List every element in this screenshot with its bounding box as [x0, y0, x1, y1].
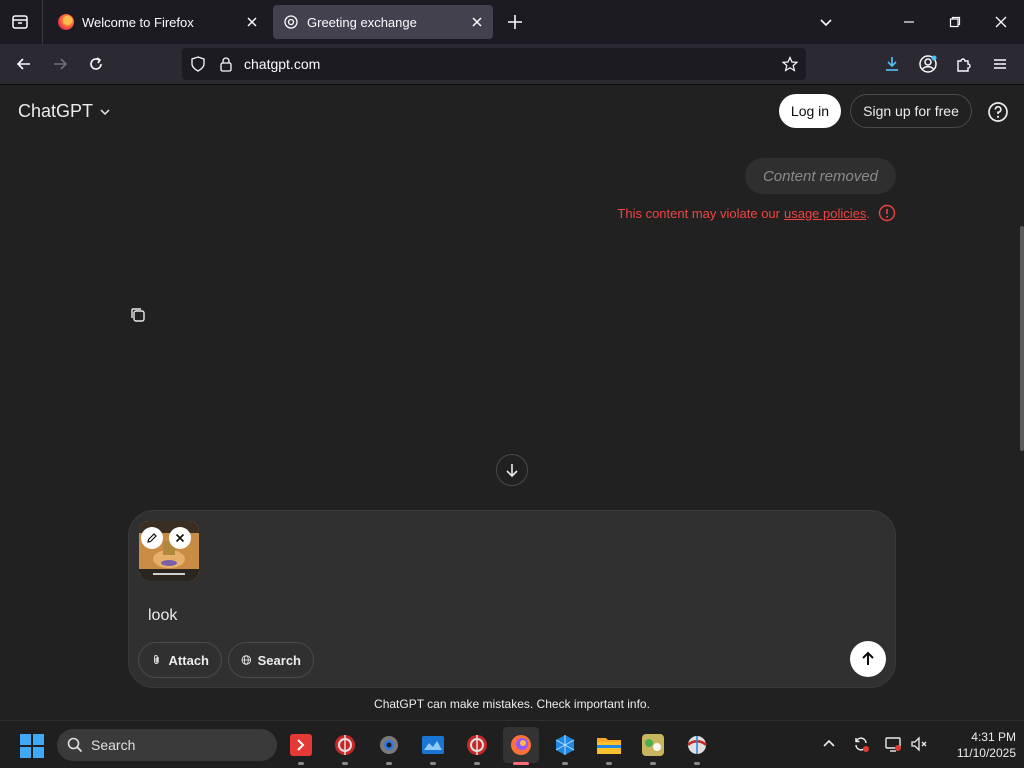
extensions-icon[interactable] — [952, 52, 976, 76]
tab-separator — [42, 0, 43, 44]
app-globe-icon[interactable] — [329, 729, 361, 765]
disclaimer-text: ChatGPT can make mistakes. Check importa… — [374, 697, 650, 711]
page-scrollbar[interactable] — [1020, 226, 1024, 451]
copy-icon[interactable] — [129, 306, 147, 324]
info-icon[interactable] — [878, 204, 896, 222]
volume-muted-icon[interactable] — [908, 733, 930, 755]
send-button[interactable] — [850, 641, 886, 677]
remove-attachment-icon[interactable] — [169, 527, 191, 549]
arrow-down-icon — [506, 464, 518, 478]
prompt-input[interactable]: look — [148, 607, 177, 625]
search-icon — [67, 737, 83, 753]
windows-start-icon[interactable] — [20, 734, 44, 758]
clock-time: 4:31 PM — [971, 730, 1016, 744]
clock-date: 11/10/2025 — [956, 746, 1016, 760]
attach-button[interactable]: Attach — [138, 642, 222, 678]
system-clock[interactable]: 4:31 PM 11/10/2025 — [936, 729, 1016, 761]
network-icon[interactable] — [882, 733, 904, 755]
brand-name: ChatGPT — [18, 101, 94, 121]
tab-close-icon[interactable] — [469, 14, 485, 30]
model-selector[interactable]: ChatGPT — [18, 101, 111, 122]
app-globe-icon[interactable] — [681, 729, 713, 765]
taskbar-search-box[interactable]: Search — [57, 729, 277, 761]
scroll-to-bottom-button[interactable] — [496, 454, 528, 486]
policy-violation-notice: This content may violate our usage polic… — [617, 204, 896, 222]
tab-welcome-firefox[interactable]: Welcome to Firefox — [48, 5, 268, 39]
file-explorer-icon[interactable] — [593, 729, 625, 765]
chatgpt-page: ChatGPT Log in Sign up for free Content … — [0, 86, 1024, 720]
browser-tab-bar: Welcome to Firefox Greeting exchange — [0, 0, 1024, 44]
firefox-icon[interactable] — [503, 727, 539, 765]
login-button[interactable]: Log in — [779, 94, 841, 128]
search-label: Search — [257, 652, 301, 668]
restore-icon[interactable] — [943, 10, 967, 34]
chevron-down-icon — [100, 108, 110, 115]
app-red-icon[interactable] — [285, 729, 317, 765]
close-window-icon[interactable] — [989, 10, 1013, 34]
signup-button[interactable]: Sign up for free — [850, 94, 972, 128]
back-arrow-icon[interactable] — [12, 52, 36, 76]
forward-arrow-icon[interactable] — [48, 52, 72, 76]
windows-taskbar: Search 4:31 PM 11/10/2025 — [0, 720, 1024, 768]
new-tab-plus-icon[interactable] — [504, 11, 526, 33]
paperclip-icon — [154, 655, 159, 665]
downloads-icon[interactable] — [880, 52, 904, 76]
reload-icon[interactable] — [84, 52, 108, 76]
url-bar[interactable]: chatgpt.com — [182, 48, 806, 80]
tab-greeting-exchange[interactable]: Greeting exchange — [273, 5, 493, 39]
browser-nav-bar: chatgpt.com — [0, 44, 1024, 85]
chatgpt-favicon-icon — [283, 14, 299, 30]
globe-icon — [241, 655, 252, 665]
shield-icon[interactable] — [190, 56, 206, 72]
search-button[interactable]: Search — [228, 642, 314, 678]
help-question-icon[interactable] — [987, 101, 1009, 123]
app-blue-icon[interactable] — [417, 729, 449, 765]
attach-label: Attach — [168, 652, 209, 668]
app-game-icon[interactable] — [637, 729, 669, 765]
app-cube-icon[interactable] — [549, 729, 581, 765]
violation-text: This content may violate our — [617, 205, 780, 221]
taskbar-search-label: Search — [91, 737, 136, 753]
usage-policies-link[interactable]: usage policies — [784, 206, 866, 221]
account-icon[interactable] — [916, 52, 940, 76]
settings-icon[interactable] — [373, 729, 405, 765]
firefox-favicon-icon — [58, 14, 74, 30]
edit-pencil-icon[interactable] — [141, 527, 163, 549]
tab-list-icon[interactable] — [8, 10, 32, 34]
lock-icon[interactable] — [218, 56, 234, 72]
arrow-up-icon — [862, 651, 874, 665]
menu-hamburger-icon[interactable] — [988, 52, 1012, 76]
prompt-composer[interactable]: look Attach Search — [128, 510, 896, 688]
tab-title: Greeting exchange — [307, 14, 417, 30]
chevron-up-icon[interactable] — [818, 733, 840, 755]
url-text[interactable]: chatgpt.com — [244, 56, 320, 72]
sync-icon[interactable] — [850, 733, 872, 755]
tab-close-icon[interactable] — [244, 14, 260, 30]
app-globe-icon[interactable] — [461, 729, 493, 765]
minimize-icon[interactable] — [897, 10, 921, 34]
violation-suffix: . — [866, 205, 870, 221]
bookmark-star-icon[interactable] — [781, 56, 799, 72]
removed-message-bubble: Content removed — [745, 158, 896, 194]
list-all-tabs-chevron-icon[interactable] — [814, 10, 838, 34]
tab-title: Welcome to Firefox — [82, 14, 194, 30]
